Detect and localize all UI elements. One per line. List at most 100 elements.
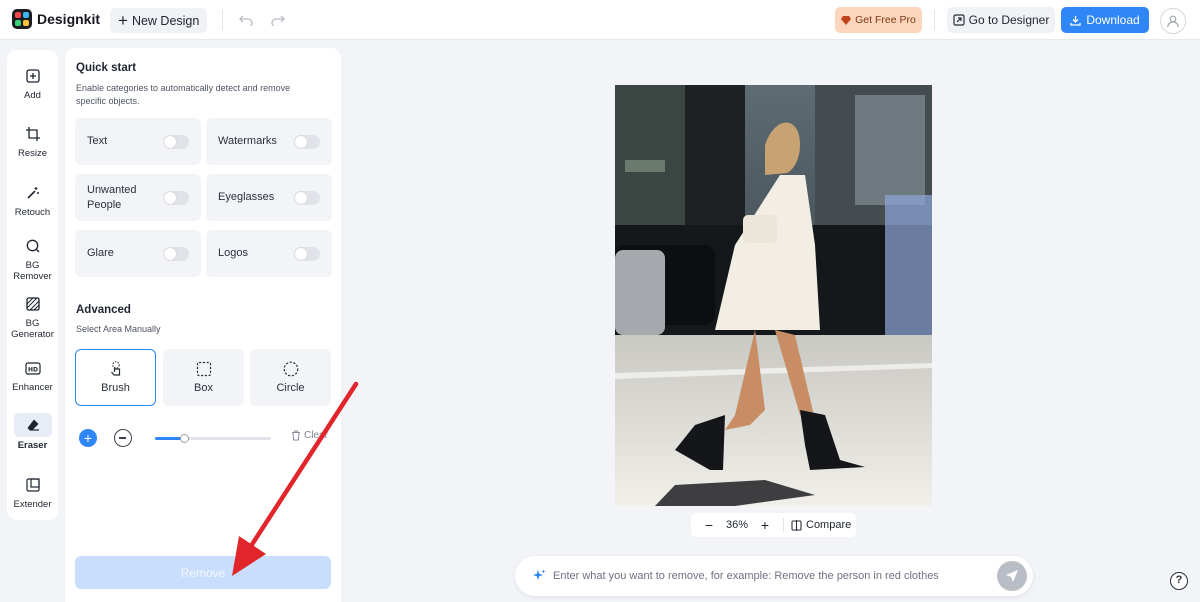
eraser-panel: Quick start Enable categories to automat… (65, 48, 341, 602)
compare-button[interactable]: Compare (791, 519, 851, 531)
app-name: Designkit (37, 11, 101, 27)
rail-label: BG Remover (13, 260, 52, 282)
plus-icon: + (118, 11, 128, 30)
clear-button[interactable]: Clear (291, 430, 328, 441)
download-icon (1070, 15, 1081, 26)
rail-item-enhancer[interactable]: HD Enhancer (7, 357, 58, 393)
rail-item-bg-generator[interactable]: BG Generator (7, 293, 58, 340)
category-toggle[interactable] (163, 134, 189, 149)
rail-label: Enhancer (12, 382, 53, 393)
remove-button[interactable]: Remove (75, 556, 331, 589)
zoom-out-button[interactable]: − (698, 517, 720, 533)
help-button[interactable]: ? (1170, 572, 1188, 590)
category-label: Text (87, 135, 108, 147)
brush-subtract-button[interactable] (114, 429, 132, 447)
category-toggle[interactable] (163, 190, 189, 205)
crop-icon (21, 123, 45, 145)
dashed-circle-icon (283, 361, 298, 377)
quick-start-description: Enable categories to automatically detec… (76, 83, 291, 106)
category-eyeglasses[interactable]: Eyeglasses (206, 174, 332, 221)
hand-brush-icon (110, 361, 120, 376)
dashed-square-icon (196, 361, 211, 377)
canvas-image[interactable] (615, 85, 932, 506)
go-to-designer-label: Go to Designer (968, 13, 1050, 27)
user-avatar[interactable] (1160, 8, 1186, 34)
divider (222, 10, 223, 30)
rail-label: Add (24, 90, 41, 101)
go-to-designer-button[interactable]: Go to Designer (947, 7, 1055, 33)
download-label: Download (1086, 13, 1140, 27)
get-free-pro-button[interactable]: Get Free Pro (835, 7, 922, 33)
divider (783, 518, 784, 532)
category-toggle[interactable] (294, 246, 320, 261)
prompt-bar (515, 556, 1033, 596)
category-label: Watermarks (218, 135, 277, 147)
redo-button[interactable] (268, 10, 288, 30)
category-toggle[interactable] (163, 246, 189, 261)
bg-remover-icon (21, 235, 45, 257)
category-label: Glare (87, 247, 114, 259)
quick-start-title: Quick start (76, 62, 137, 74)
mode-circle[interactable]: Circle (250, 349, 331, 406)
app-logo[interactable]: Designkit (12, 9, 100, 29)
rail-label: Resize (17, 148, 48, 159)
bg-generator-icon (21, 293, 45, 315)
category-unwanted-people[interactable]: Unwanted People (75, 174, 201, 221)
brush-size-slider[interactable] (155, 434, 271, 443)
hd-icon: HD (21, 357, 45, 379)
category-text[interactable]: Text (75, 118, 201, 165)
diamond-icon (841, 15, 852, 25)
rail-item-bg-remover[interactable]: BG Remover (7, 235, 58, 282)
street-photo (615, 85, 932, 506)
rail-label: Eraser (17, 440, 48, 451)
top-bar: Designkit + New Design Get Free Pro Go t… (0, 0, 1200, 40)
brush-size-row: + Clear (75, 424, 331, 452)
get-pro-label: Get Free Pro (855, 14, 916, 26)
sparkle-icon (533, 569, 546, 580)
new-design-button[interactable]: + New Design (110, 8, 208, 33)
user-icon (1167, 15, 1179, 28)
mode-label: Brush (101, 382, 130, 394)
category-toggle[interactable] (294, 134, 320, 149)
tool-rail: Add Resize Retouch BG Remover BG Generat… (7, 50, 58, 520)
zoom-bar: − 36% + Compare (691, 513, 856, 537)
magic-wand-icon (21, 182, 45, 204)
clear-label: Clear (304, 430, 328, 441)
mode-label: Box (194, 382, 213, 394)
undo-button[interactable] (236, 10, 256, 30)
download-button[interactable]: Download (1061, 7, 1149, 33)
category-glare[interactable]: Glare (75, 230, 201, 277)
send-button[interactable] (997, 561, 1027, 591)
advanced-description: Select Area Manually (76, 324, 161, 334)
category-label: Unwanted People (87, 183, 137, 211)
trash-icon (292, 430, 300, 441)
rail-label: Retouch (14, 207, 51, 218)
rail-item-extender[interactable]: Extender (7, 474, 58, 510)
slider-thumb[interactable] (180, 434, 189, 443)
rail-label: BG Generator (11, 318, 54, 340)
category-label: Logos (218, 247, 248, 259)
rail-label: Extender (13, 499, 52, 510)
eraser-icon (13, 413, 52, 437)
mode-brush[interactable]: Brush (75, 349, 156, 406)
category-toggle[interactable] (294, 190, 320, 205)
rail-item-resize[interactable]: Resize (7, 123, 58, 159)
rail-item-retouch[interactable]: Retouch (7, 182, 58, 218)
add-square-icon (21, 65, 45, 87)
designkit-logo-icon (12, 9, 32, 29)
prompt-input[interactable] (553, 567, 983, 585)
mode-label: Circle (276, 382, 305, 394)
category-logos[interactable]: Logos (206, 230, 332, 277)
mode-box[interactable]: Box (163, 349, 244, 406)
compare-icon (791, 519, 802, 531)
redo-icon (271, 15, 285, 26)
category-watermarks[interactable]: Watermarks (206, 118, 332, 165)
rail-item-eraser[interactable]: Eraser (7, 413, 58, 451)
advanced-title: Advanced (76, 304, 131, 316)
extender-icon (21, 474, 45, 496)
zoom-in-button[interactable]: + (754, 517, 776, 533)
undo-icon (239, 15, 253, 26)
rail-item-add[interactable]: Add (7, 65, 58, 101)
svg-text:HD: HD (27, 366, 37, 373)
brush-add-button[interactable]: + (79, 429, 97, 447)
